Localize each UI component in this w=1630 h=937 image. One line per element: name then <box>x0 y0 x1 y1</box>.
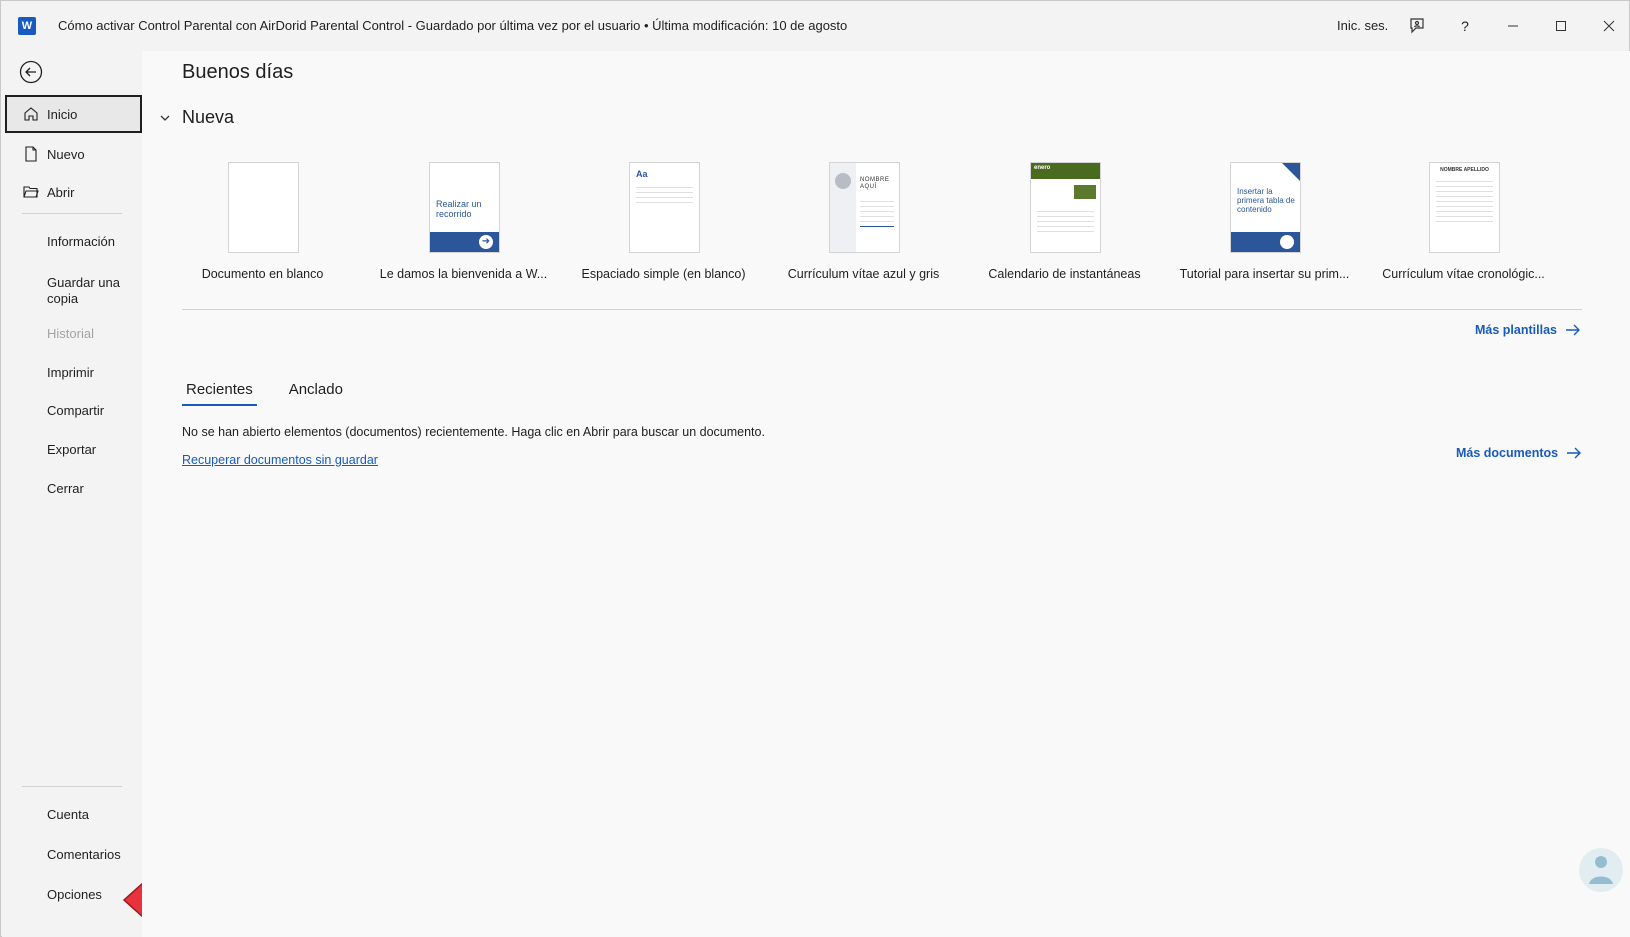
sidebar-item-cuenta[interactable]: Cuenta <box>5 795 142 833</box>
minimize-icon[interactable] <box>1499 12 1527 40</box>
template-thumbnail[interactable] <box>228 162 299 253</box>
sidebar-item-exportar[interactable]: Exportar <box>5 430 142 468</box>
backstage-sidebar: Inicio Nuevo Abrir Información Guardar u… <box>2 51 181 937</box>
sidebar-item-label: Comentarios <box>47 846 121 862</box>
sidebar-item-label: Abrir <box>47 184 75 200</box>
sidebar-item-label: Guardar una copia <box>47 275 120 306</box>
sidebar-item-label: Cuenta <box>47 806 89 822</box>
template-label: Currículum vítae cronológic... <box>1382 267 1545 281</box>
sidebar-item-label: Cerrar <box>47 480 84 496</box>
sidebar-item-comentarios[interactable]: Comentarios <box>5 835 142 873</box>
recover-unsaved-link[interactable]: Recuperar documentos sin guardar <box>182 453 378 467</box>
chevron-down-icon[interactable] <box>159 111 171 123</box>
sidebar-item-informacion[interactable]: Información <box>5 222 142 260</box>
sidebar-item-nuevo[interactable]: Nuevo <box>5 135 142 173</box>
main-pane: Buenos días Nueva Documento en blanco Re… <box>142 51 1630 937</box>
arrow-right-icon: ➜ <box>479 235 493 249</box>
arrow-right-icon <box>1567 447 1582 459</box>
sidebar-item-label: Compartir <box>47 402 105 418</box>
template-label: Tutorial para insertar su prim... <box>1179 267 1350 281</box>
word-window: W Cómo activar Control Parental con AirD… <box>0 0 1630 937</box>
tab-anclado[interactable]: Anclado <box>285 381 347 406</box>
tab-recientes[interactable]: Recientes <box>182 381 257 406</box>
sidebar-item-inicio[interactable]: Inicio <box>5 95 142 133</box>
documents-tabs: Recientes Anclado <box>182 381 347 406</box>
more-templates-label: Más plantillas <box>1475 323 1557 337</box>
back-arrow-icon[interactable] <box>19 60 43 84</box>
more-documents-label: Más documentos <box>1456 446 1559 460</box>
close-icon[interactable] <box>1595 12 1623 40</box>
sidebar-item-label: Imprimir <box>47 364 94 380</box>
thumb-text: enero <box>1031 163 1100 179</box>
more-templates-link[interactable]: Más plantillas <box>1475 323 1581 337</box>
section-divider <box>182 309 1582 310</box>
sign-in-button[interactable]: Inic. ses. <box>1337 18 1388 33</box>
thumb-lines <box>630 183 699 207</box>
title-bar: W Cómo activar Control Parental con AirD… <box>1 1 1629 51</box>
sidebar-item-compartir[interactable]: Compartir <box>5 391 142 429</box>
template-thumbnail[interactable]: Aa <box>629 162 700 253</box>
template-thumbnail[interactable]: NOMBRE APELLIDO <box>1429 162 1500 253</box>
thumb-text: NOMBRE AQUÍ <box>860 177 890 190</box>
new-document-icon <box>23 146 39 162</box>
template-label: Calendario de instantáneas <box>988 267 1141 281</box>
sidebar-item-historial: Historial <box>5 314 142 352</box>
sidebar-divider <box>22 786 122 787</box>
maximize-icon[interactable] <box>1547 12 1575 40</box>
greeting-heading: Buenos días <box>182 61 294 83</box>
template-label: Currículum vítae azul y gris <box>787 267 940 281</box>
template-thumbnail[interactable]: Insertar la primera tabla de contenido <box>1230 162 1301 253</box>
avatar <box>835 173 851 189</box>
template-label: Espaciado simple (en blanco) <box>581 267 746 281</box>
template-label: Documento en blanco <box>201 267 324 281</box>
watermark-logo <box>1577 846 1625 894</box>
thumb-lines <box>854 197 900 231</box>
template-thumbnail[interactable]: Realizar un recorrido ➜ <box>429 162 500 253</box>
thumb-lines <box>1430 177 1499 226</box>
window-title: Cómo activar Control Parental con AirDor… <box>58 18 848 33</box>
folder-open-icon <box>23 184 39 200</box>
thumb-badge <box>1280 235 1294 249</box>
sidebar-item-label: Información <box>47 233 115 249</box>
thumb-text: NOMBRE APELLIDO <box>1440 167 1489 173</box>
word-app-icon: W <box>18 17 36 35</box>
sidebar-item-label: Inicio <box>47 106 78 122</box>
thumb-text: Realizar un recorrido <box>436 199 482 219</box>
new-section-title[interactable]: Nueva <box>182 107 234 128</box>
arrow-right-icon <box>1565 324 1580 336</box>
sidebar-item-label: Exportar <box>47 441 97 457</box>
help-icon[interactable]: ? <box>1451 12 1479 40</box>
thumb-text: Insertar la primera tabla de contenido <box>1237 187 1295 214</box>
home-icon <box>23 106 39 122</box>
thumb-corner <box>1282 163 1300 181</box>
sidebar-item-label: Historial <box>47 325 94 341</box>
thumb-lines <box>1031 207 1100 236</box>
sidebar-item-label: Opciones <box>47 886 102 902</box>
sidebar-item-guardar-copia[interactable]: Guardar una copia <box>5 269 142 313</box>
sidebar-divider <box>22 213 122 214</box>
sidebar-item-cerrar[interactable]: Cerrar <box>5 469 142 507</box>
template-label: Le damos la bienvenida a W... <box>379 267 548 281</box>
template-thumbnail[interactable]: enero <box>1030 162 1101 253</box>
template-thumbnail[interactable]: NOMBRE AQUÍ <box>829 162 900 253</box>
more-documents-link[interactable]: Más documentos <box>1456 446 1582 460</box>
sidebar-item-abrir[interactable]: Abrir <box>5 173 142 211</box>
feedback-icon[interactable] <box>1403 12 1431 40</box>
sidebar-item-imprimir[interactable]: Imprimir <box>5 353 142 391</box>
empty-recent-message: No se han abierto elementos (documentos)… <box>182 425 765 439</box>
thumb-photo <box>1074 185 1096 199</box>
sidebar-item-label: Nuevo <box>47 146 85 162</box>
thumb-text: Aa <box>636 169 648 179</box>
